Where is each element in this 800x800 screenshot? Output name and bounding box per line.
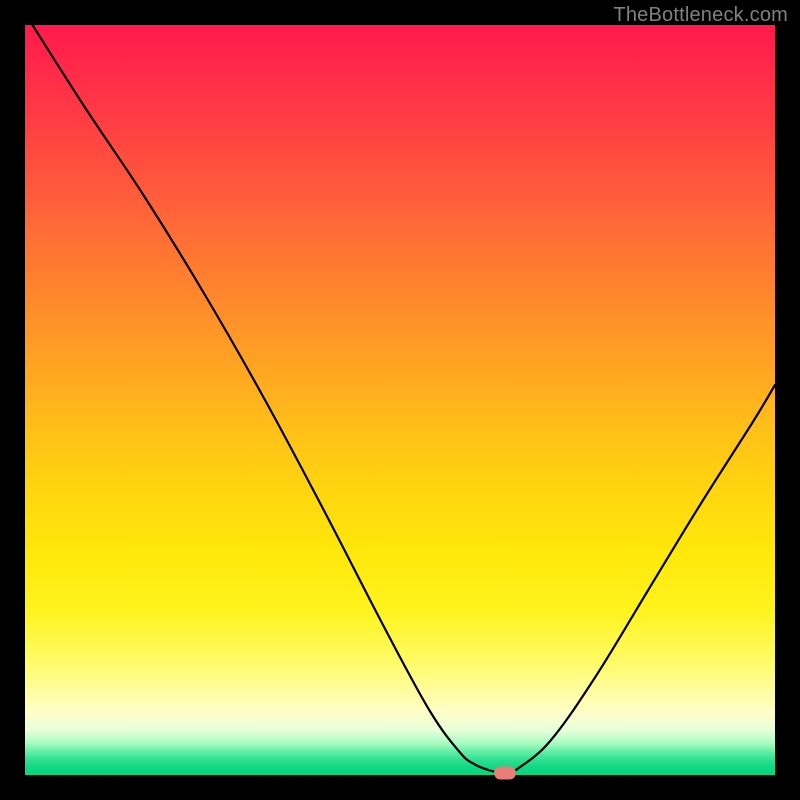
bottleneck-curve xyxy=(33,25,776,773)
optimal-point-marker xyxy=(494,766,516,779)
watermark-text: TheBottleneck.com xyxy=(613,4,788,27)
chart-frame xyxy=(25,25,775,775)
chart-plot xyxy=(25,25,775,775)
